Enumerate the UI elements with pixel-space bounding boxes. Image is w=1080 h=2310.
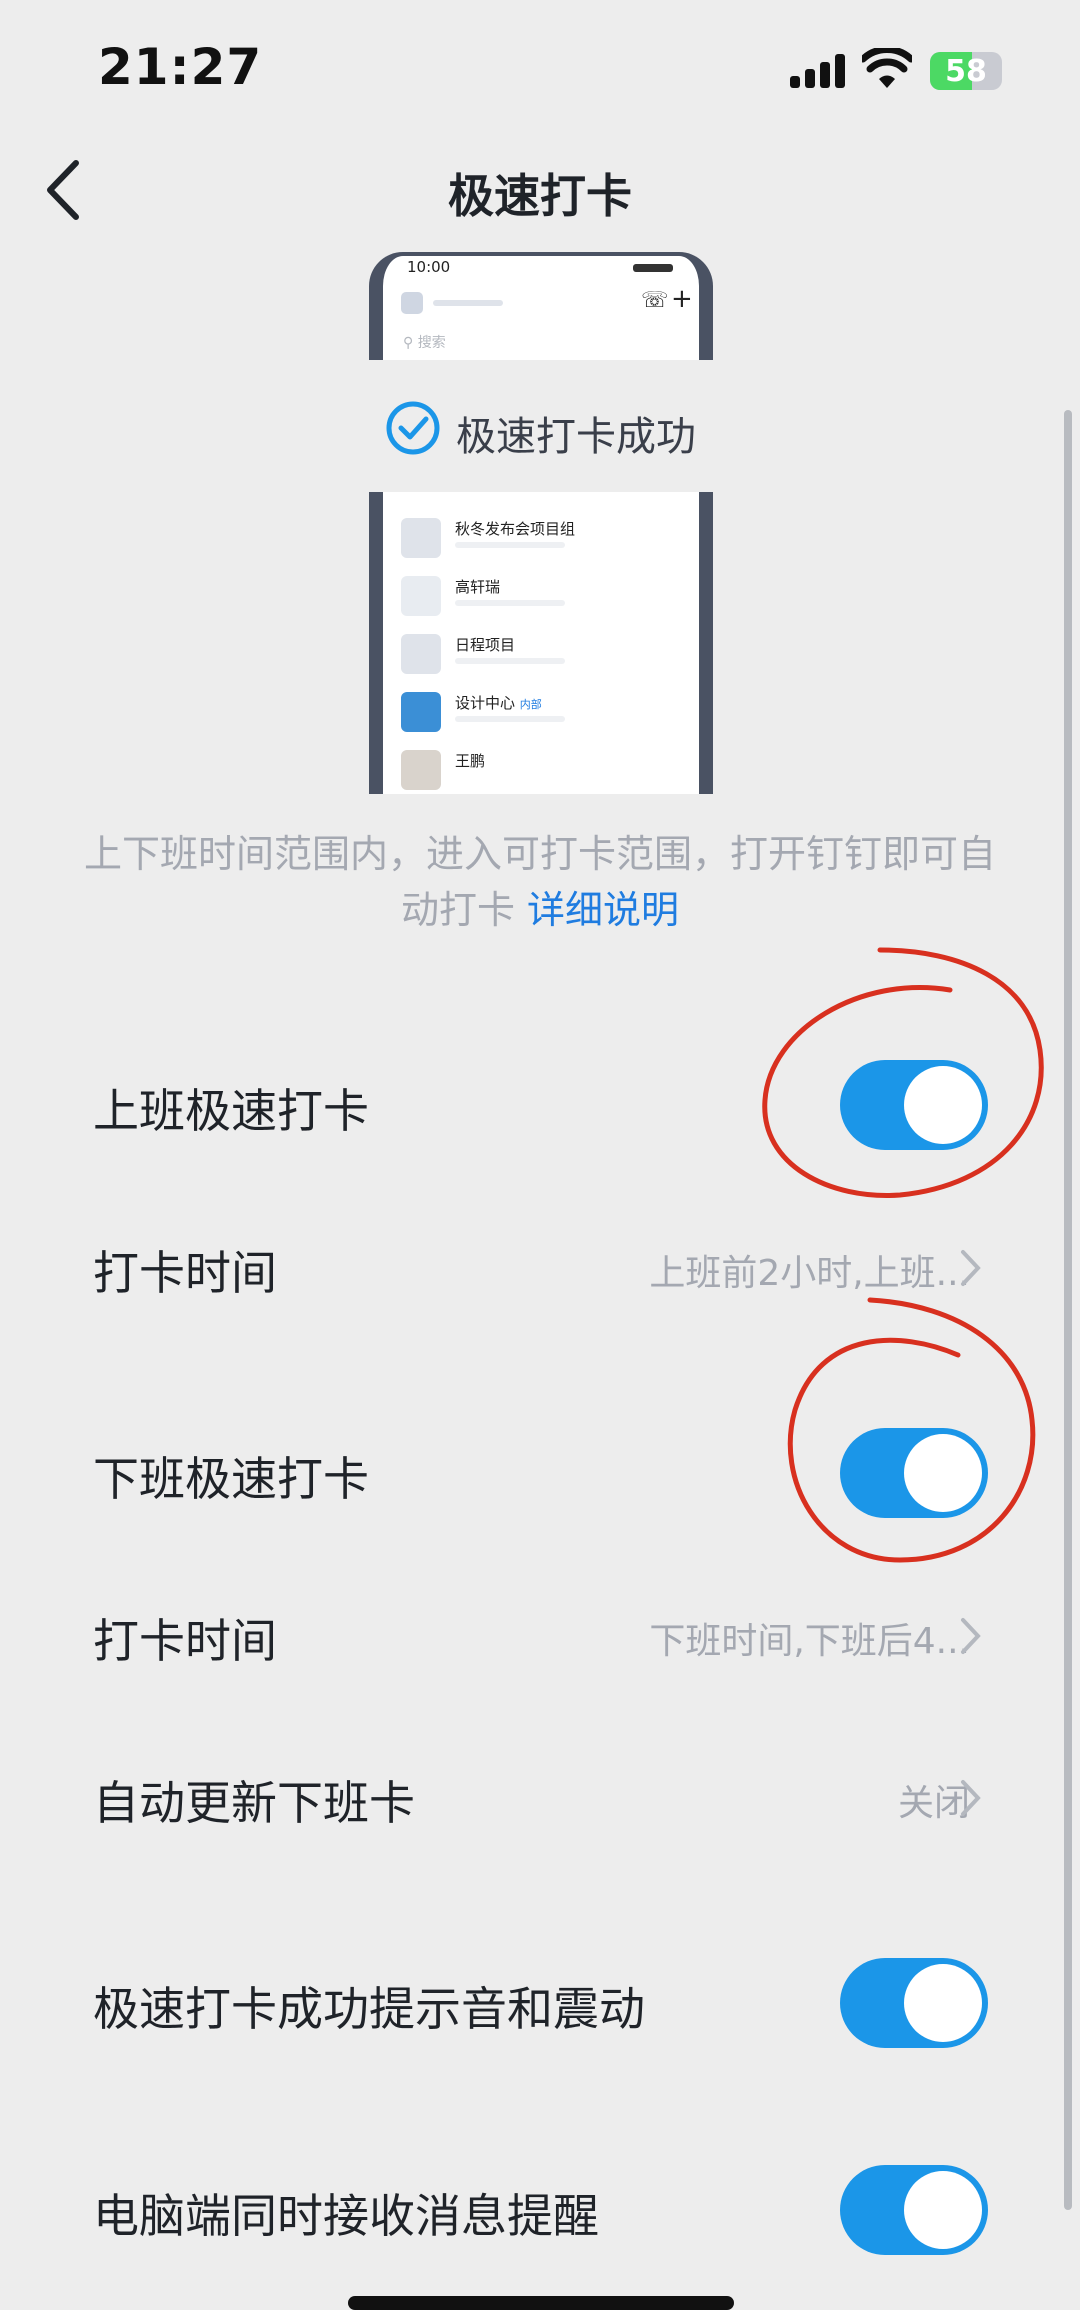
preview-chat-name: 设计中心 内部 <box>455 694 542 712</box>
preview-chat-row: 高轩瑞 <box>401 576 699 626</box>
page-title: 极速打卡 <box>448 169 632 223</box>
preview-status-icons <box>633 264 673 272</box>
check-circle-icon <box>386 401 440 455</box>
preview-add-icon: + <box>671 284 693 314</box>
clock-out-fast-punch-label: 下班极速打卡 <box>93 1452 369 1506</box>
chevron-right-icon <box>961 1618 981 1654</box>
preview-chat-name: 日程项目 <box>455 636 516 654</box>
preview-chat-avatar <box>401 692 441 732</box>
clock-in-fast-punch-label: 上班极速打卡 <box>93 1084 369 1138</box>
detail-link[interactable]: 详细说明 <box>527 888 679 932</box>
preview-org-name <box>433 300 503 306</box>
wifi-icon <box>862 48 912 88</box>
clock-in-fast-punch-toggle[interactable] <box>840 1060 988 1150</box>
success-sound-vibrate-label: 极速打卡成功提示音和震动 <box>93 1982 645 2036</box>
battery-level: 58 <box>945 53 987 89</box>
preview-chat-name: 高轩瑞 <box>455 578 501 596</box>
preview-chat-tag: 内部 <box>519 698 542 711</box>
preview-chat-avatar <box>401 518 441 558</box>
preview-phone-time: 10:00 <box>407 258 451 276</box>
desktop-notification-label: 电脑端同时接收消息提醒 <box>93 2189 599 2243</box>
status-time: 21:27 <box>98 38 263 96</box>
chevron-right-icon <box>961 1250 981 1286</box>
success-text: 极速打卡成功 <box>456 414 696 460</box>
preview-chat-avatar <box>401 750 441 790</box>
signal-icon <box>790 54 846 88</box>
home-indicator <box>348 2296 734 2310</box>
preview-call-icon: ☏ <box>641 288 669 313</box>
auto-update-clock-out-label: 自动更新下班卡 <box>93 1776 415 1830</box>
preview-chat-avatar <box>401 634 441 674</box>
preview-search: ⚲ 搜索 <box>403 335 446 351</box>
preview-phone-list: 秋冬发布会项目组 高轩瑞 日程项目 设计中心 内部 王鹏 <box>369 492 713 794</box>
battery-icon: 58 <box>930 52 1002 90</box>
success-sound-vibrate-toggle[interactable] <box>840 1958 988 2048</box>
preview-chat-row: 日程项目 <box>401 634 699 684</box>
preview-chat-row: 王鹏 <box>401 750 699 794</box>
chevron-right-icon <box>961 1780 981 1816</box>
clock-out-punch-time-label: 打卡时间 <box>93 1614 277 1668</box>
desktop-notification-toggle[interactable] <box>840 2165 988 2255</box>
preview-avatar <box>401 292 423 314</box>
description: 上下班时间范围内，进入可打卡范围，打开钉钉即可自动打卡 详细说明 <box>80 826 1000 938</box>
preview-phone-top: 10:00 ☏ + ⚲ 搜索 <box>369 252 713 360</box>
preview-chat-name: 秋冬发布会项目组 <box>455 520 576 538</box>
preview-chat-row: 秋冬发布会项目组 <box>401 518 699 568</box>
clock-out-fast-punch-toggle[interactable] <box>840 1428 988 1518</box>
scrollbar[interactable] <box>1064 410 1072 2210</box>
preview-chat-row: 设计中心 内部 <box>401 692 699 742</box>
clock-in-punch-time-label: 打卡时间 <box>93 1246 277 1300</box>
clock-in-punch-time-value[interactable]: 上班前2小时,上班... <box>649 1244 970 1296</box>
preview-chat-name: 王鹏 <box>455 752 486 770</box>
clock-out-punch-time-value[interactable]: 下班时间,下班后4... <box>649 1612 970 1664</box>
preview-chat-avatar <box>401 576 441 616</box>
